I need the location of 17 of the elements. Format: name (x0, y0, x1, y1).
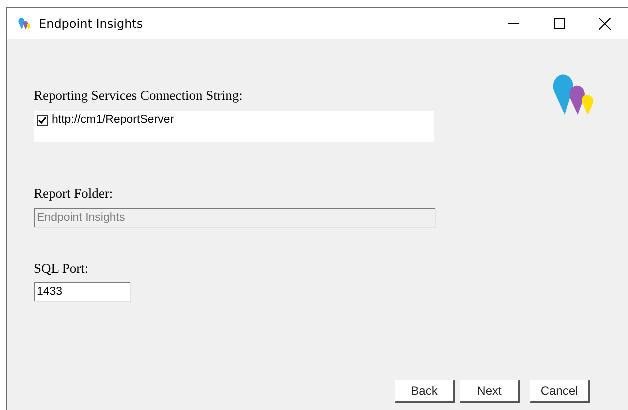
field-label: Reporting Services Connection String: (34, 88, 244, 104)
wizard-button[interactable]: Cancel (530, 380, 590, 403)
window-title: Endpoint Insights (39, 16, 144, 30)
connection-string: http://cm1/ReportServer (52, 114, 174, 126)
minimize-icon (508, 22, 518, 24)
sql-port-field[interactable]: 1433 (34, 282, 131, 302)
maximize-icon (554, 18, 564, 29)
app-logo-icon (18, 16, 31, 30)
close-icon (599, 18, 611, 30)
connection-list[interactable]: http://cm1/ReportServer (34, 111, 434, 142)
wizard-button[interactable]: Next (460, 380, 520, 403)
checkbox[interactable] (37, 114, 48, 126)
field-label: SQL Port: (34, 261, 90, 277)
checkmark-icon (38, 116, 47, 124)
app-logo-icon (551, 73, 595, 117)
field-label: Report Folder: (34, 186, 114, 202)
wizard-button[interactable]: Back (395, 380, 455, 403)
